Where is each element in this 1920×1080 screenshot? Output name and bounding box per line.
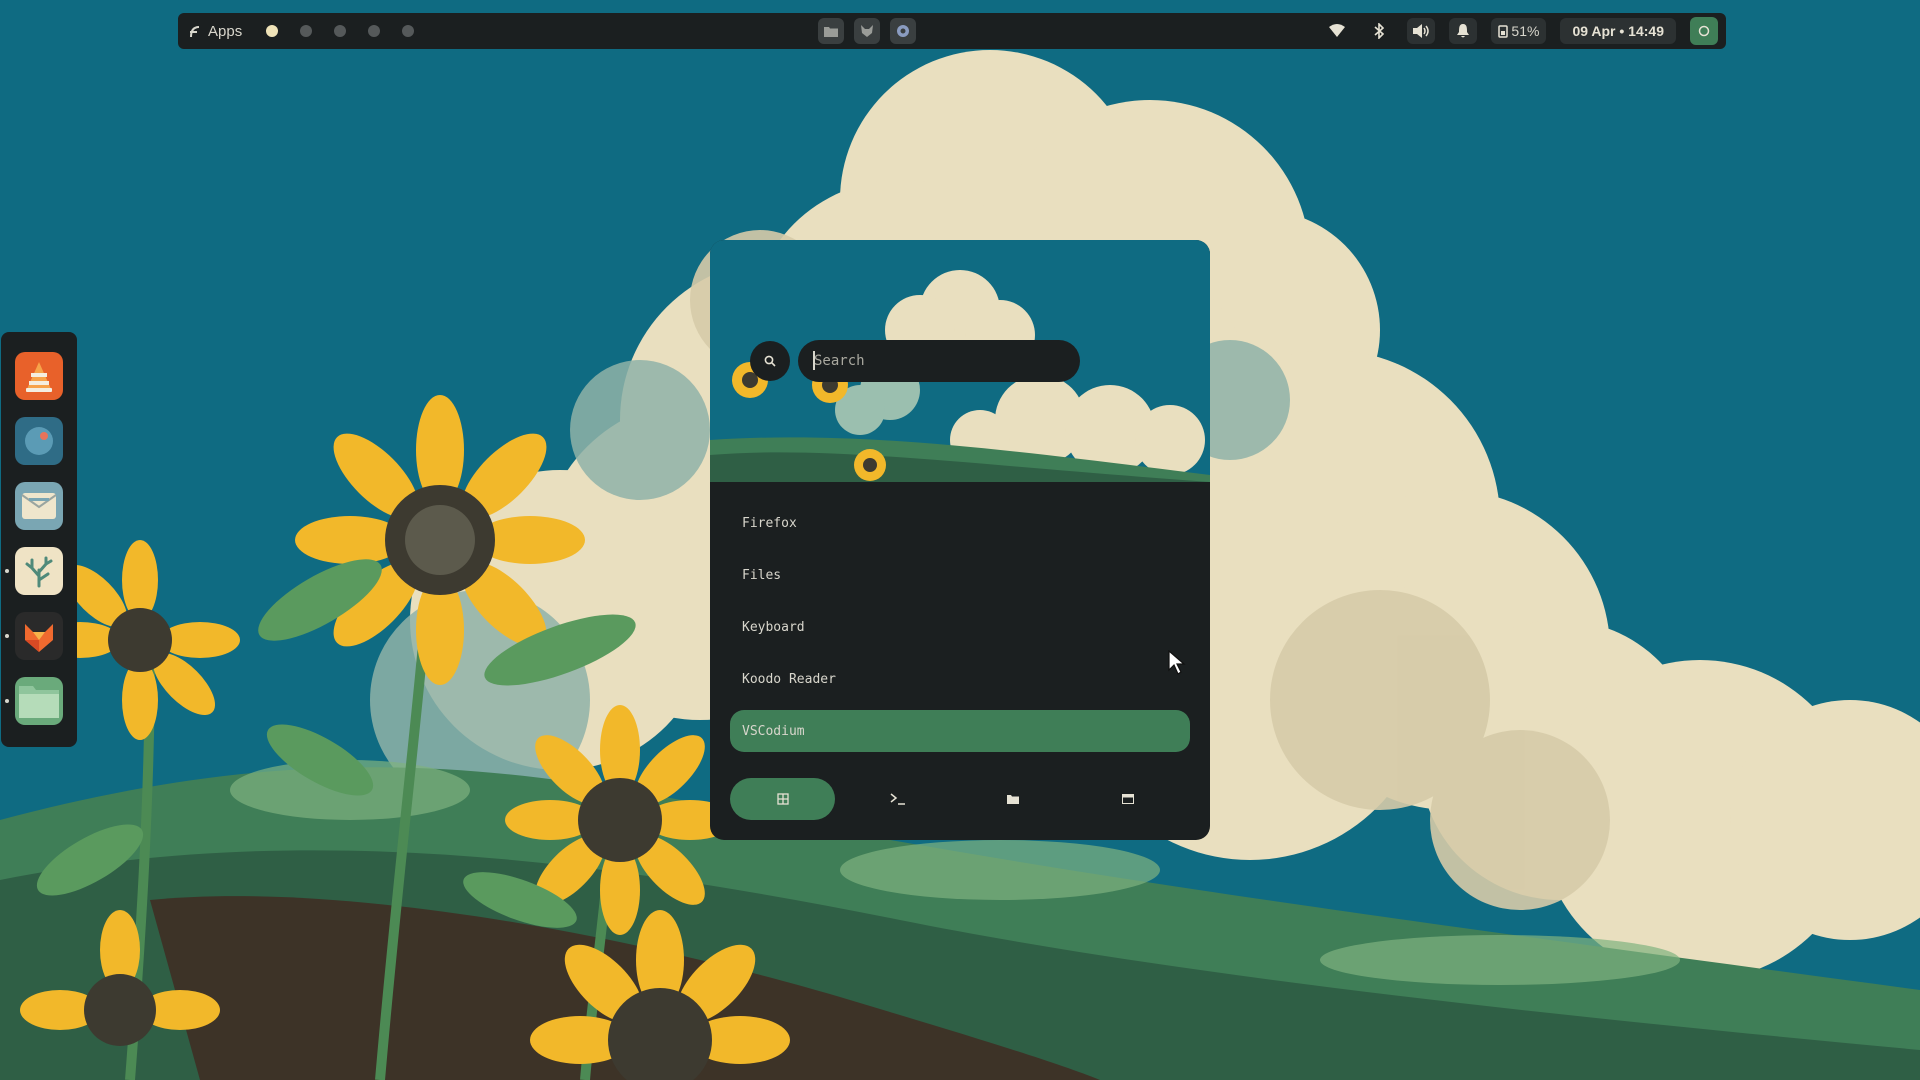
clock[interactable]: 09 Apr • 14:49 bbox=[1560, 18, 1676, 44]
top-bar: Apps 51% 09 Apr • 14:49 bbox=[178, 13, 1726, 49]
app-item-vscodium[interactable]: VSCodium bbox=[730, 710, 1190, 752]
workspace-indicators bbox=[266, 25, 415, 37]
dock-app-coral[interactable] bbox=[5, 547, 63, 595]
search-icon bbox=[764, 355, 776, 367]
mouse-pointer-icon bbox=[1168, 650, 1186, 675]
app-list: Firefox Files Keyboard Koodo Reader VSCo… bbox=[730, 502, 1190, 762]
dock-app-firefox[interactable] bbox=[5, 612, 63, 660]
tab-windows[interactable] bbox=[1075, 778, 1180, 820]
gear-icon[interactable] bbox=[890, 18, 916, 44]
app-item-files[interactable]: Files bbox=[730, 554, 1190, 596]
workspace-5[interactable] bbox=[402, 25, 415, 37]
dock-app-mail[interactable] bbox=[15, 482, 63, 530]
app-launcher: Firefox Files Keyboard Koodo Reader VSCo… bbox=[710, 240, 1210, 840]
mail-icon bbox=[21, 493, 57, 519]
vlc-icon bbox=[26, 362, 52, 392]
firefox-icon bbox=[25, 624, 53, 652]
battery-percent: 51% bbox=[1511, 23, 1540, 39]
wifi-icon[interactable] bbox=[1323, 18, 1351, 44]
tab-files[interactable] bbox=[960, 778, 1065, 820]
tab-terminal[interactable] bbox=[845, 778, 950, 820]
distro-logo-icon bbox=[190, 26, 200, 38]
app-item-label: Keyboard bbox=[742, 619, 805, 635]
tab-apps[interactable] bbox=[730, 778, 835, 820]
bluetooth-icon[interactable] bbox=[1365, 18, 1393, 44]
clock-text: 09 Apr • 14:49 bbox=[1572, 23, 1664, 39]
app-item-label: Koodo Reader bbox=[742, 671, 836, 687]
apps-button[interactable]: Apps bbox=[188, 23, 242, 40]
app-item-keyboard[interactable]: Keyboard bbox=[730, 606, 1190, 648]
app-item-koodo-reader[interactable]: Koodo Reader bbox=[730, 658, 1190, 700]
launcher-mode-tabs bbox=[730, 778, 1190, 820]
volume-icon[interactable] bbox=[1407, 18, 1436, 44]
coral-icon bbox=[25, 556, 53, 588]
folder-icon[interactable] bbox=[818, 18, 844, 44]
app-item-label: Firefox bbox=[742, 515, 797, 531]
app-item-firefox[interactable]: Firefox bbox=[730, 502, 1190, 544]
running-indicator bbox=[5, 634, 9, 638]
running-indicator bbox=[5, 569, 9, 573]
notification-bell-icon[interactable] bbox=[1449, 18, 1478, 44]
search-button[interactable] bbox=[750, 341, 790, 381]
battery-indicator[interactable]: 51% bbox=[1491, 18, 1547, 44]
text-cursor bbox=[813, 351, 815, 370]
terminal-icon bbox=[890, 793, 905, 805]
workspace-3[interactable] bbox=[334, 25, 347, 37]
dock-app-files[interactable] bbox=[5, 677, 63, 725]
power-icon bbox=[1698, 25, 1710, 37]
battery-icon bbox=[1498, 25, 1509, 38]
dock-app-vlc[interactable] bbox=[15, 352, 63, 400]
power-button[interactable] bbox=[1690, 17, 1718, 45]
app-item-label: VSCodium bbox=[742, 723, 805, 739]
fox-icon[interactable] bbox=[854, 18, 880, 44]
dock-app-compass[interactable] bbox=[15, 417, 63, 465]
workspace-1[interactable] bbox=[266, 25, 279, 37]
folder-icon bbox=[1006, 795, 1019, 804]
apps-label: Apps bbox=[208, 22, 243, 40]
grid-icon bbox=[776, 793, 789, 805]
dock bbox=[1, 332, 77, 747]
app-item-label: Files bbox=[742, 567, 782, 583]
workspace-2[interactable] bbox=[300, 25, 313, 37]
workspace-4[interactable] bbox=[368, 25, 381, 37]
files-icon bbox=[19, 686, 59, 718]
taskbar-apps bbox=[818, 18, 916, 44]
compass-icon bbox=[25, 427, 53, 455]
running-indicator bbox=[5, 699, 9, 703]
system-tray: 51% 09 Apr • 14:49 bbox=[1323, 17, 1718, 45]
search-input[interactable] bbox=[798, 340, 1080, 382]
window-icon bbox=[1121, 794, 1134, 804]
